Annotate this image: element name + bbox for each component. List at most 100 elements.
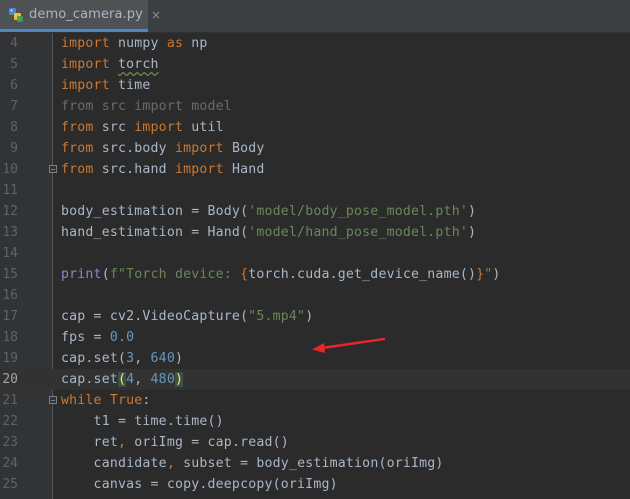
code-token: ) [174, 372, 184, 387]
code-text: canvas = util.draw_bodypose(canvas, cand… [61, 495, 533, 499]
code-editor[interactable]: 4 import numpy as np 5 import torch 6 import … [0, 33, 630, 499]
code-token: while [61, 393, 102, 408]
code-token: subset = body_estimation(oriImg) [183, 456, 444, 471]
close-icon[interactable]: × [151, 8, 161, 22]
code-line[interactable]: 21 while True: [0, 390, 630, 411]
code-line[interactable]: 8 from src import util [0, 117, 630, 138]
code-line[interactable]: 13 hand_estimation = Hand('model/hand_pos… [0, 222, 630, 243]
code-token: ret [61, 435, 118, 450]
code-text: from src.body import Body [61, 138, 265, 159]
code-token: : [142, 393, 151, 408]
line-number: 10 [2, 162, 18, 177]
code-token: ) [468, 225, 477, 240]
code-text: t1 = time.time() [61, 411, 224, 432]
code-line[interactable]: 25 canvas = copy.deepcopy(oriImg) [0, 474, 630, 495]
code-token: True [109, 393, 143, 408]
code-token: print [61, 267, 102, 282]
code-token: import [174, 162, 224, 177]
line-number: 8 [10, 120, 18, 135]
code-token: ) [468, 204, 477, 219]
code-token: fps = [61, 330, 110, 345]
code-text: from src import model [61, 96, 232, 117]
code-text: cap = cv2.VideoCapture("5.mp4") [61, 306, 313, 327]
line-number: 5 [10, 57, 18, 72]
code-token: torch [117, 57, 159, 72]
code-text: print(f"Torch device: {torch.cuda.get_de… [61, 264, 501, 285]
code-token: import [61, 36, 110, 51]
code-line[interactable]: 5 import torch [0, 54, 630, 75]
code-token: 'model/body_pose_model.pth' [248, 204, 468, 219]
line-number: 21 [2, 393, 18, 408]
code-token: cap = cv2.VideoCapture( [61, 309, 249, 324]
code-token: Body [231, 141, 265, 156]
code-text: canvas = copy.deepcopy(oriImg) [61, 474, 338, 495]
fold-icon[interactable] [49, 165, 57, 173]
code-line[interactable]: 16 [0, 285, 630, 306]
code-token: Hand [231, 162, 265, 177]
code-text: cap.set(4, 480) [61, 369, 184, 390]
code-token: oriImg = cap.read() [134, 435, 289, 450]
red-arrow-annotation [312, 337, 386, 353]
code-token: ) [305, 309, 314, 324]
line-number: 25 [2, 477, 18, 492]
code-token: , [134, 351, 151, 366]
line-number: 20 [2, 372, 18, 387]
code-token: from src import model [61, 99, 232, 114]
code-token: src [101, 120, 127, 135]
code-line[interactable]: 23 ret, oriImg = cap.read() [0, 432, 630, 453]
code-token: util [191, 120, 224, 135]
code-line[interactable]: 14 [0, 243, 630, 264]
code-token: numpy [117, 36, 159, 51]
code-token: cap.set( [61, 351, 127, 366]
code-token: src.hand [101, 162, 167, 177]
code-token: hand_estimation = Hand( [61, 225, 249, 240]
python-file-icon [8, 7, 24, 23]
code-text: import time [61, 75, 151, 96]
code-token: canvas = copy.deepcopy(oriImg) [61, 477, 338, 492]
code-line[interactable]: 6 import time [0, 75, 630, 96]
code-text: candidate, subset = body_estimation(oriI… [61, 453, 444, 474]
code-line[interactable]: 11 [0, 180, 630, 201]
code-token: import [134, 120, 184, 135]
code-token: from [61, 141, 94, 156]
line-number: 11 [2, 183, 18, 198]
code-token: 'model/hand_pose_model.pth' [248, 225, 468, 240]
code-token: import [174, 141, 224, 156]
code-line[interactable]: 20 cap.set(4, 480) [0, 369, 630, 390]
code-text: body_estimation = Body('model/body_pose_… [61, 201, 476, 222]
code-line[interactable]: 24 candidate, subset = body_estimation(o… [0, 453, 630, 474]
code-line[interactable]: 17 cap = cv2.VideoCapture("5.mp4") [0, 306, 630, 327]
tab-demo-camera[interactable]: demo_camera.py × [0, 0, 161, 32]
code-token: f"Torch device: [109, 267, 241, 282]
fold-icon[interactable] [49, 396, 57, 404]
code-text: import torch [61, 54, 159, 75]
code-token: , [166, 456, 175, 471]
code-token: import [61, 78, 110, 93]
code-text: from src.hand import Hand [61, 159, 265, 180]
code-token: { [240, 267, 249, 282]
code-line[interactable]: 22 t1 = time.time() [0, 411, 630, 432]
code-token: np [191, 36, 208, 51]
code-token: import [61, 57, 110, 72]
code-line[interactable]: 9 from src.body import Body [0, 138, 630, 159]
code-token: 0.0 [109, 330, 135, 345]
code-token: ( [117, 372, 127, 387]
code-token: cap.set [61, 372, 118, 387]
code-line[interactable]: 10 from src.hand import Hand [0, 159, 630, 180]
code-line[interactable]: 12 body_estimation = Body('model/body_pos… [0, 201, 630, 222]
line-number: 13 [2, 225, 18, 240]
code-token: 480 [150, 372, 175, 387]
code-line[interactable]: 7 from src import model [0, 96, 630, 117]
line-number: 23 [2, 435, 18, 450]
editor-tab-bar: demo_camera.py × [0, 0, 630, 33]
code-line[interactable]: 15 print(f"Torch device: {torch.cuda.get_… [0, 264, 630, 285]
code-line[interactable]: 4 import numpy as np [0, 33, 630, 54]
code-token: as [166, 36, 184, 51]
code-token: from [61, 162, 94, 177]
tab-filename: demo_camera.py [29, 7, 143, 22]
line-number: 17 [2, 309, 18, 324]
code-text: from src import util [61, 117, 224, 138]
code-token: t1 = time.time() [61, 414, 224, 429]
code-token: ) [174, 351, 184, 366]
code-line[interactable]: 26 canvas = util.draw_bodypose(canvas, c… [0, 495, 630, 499]
